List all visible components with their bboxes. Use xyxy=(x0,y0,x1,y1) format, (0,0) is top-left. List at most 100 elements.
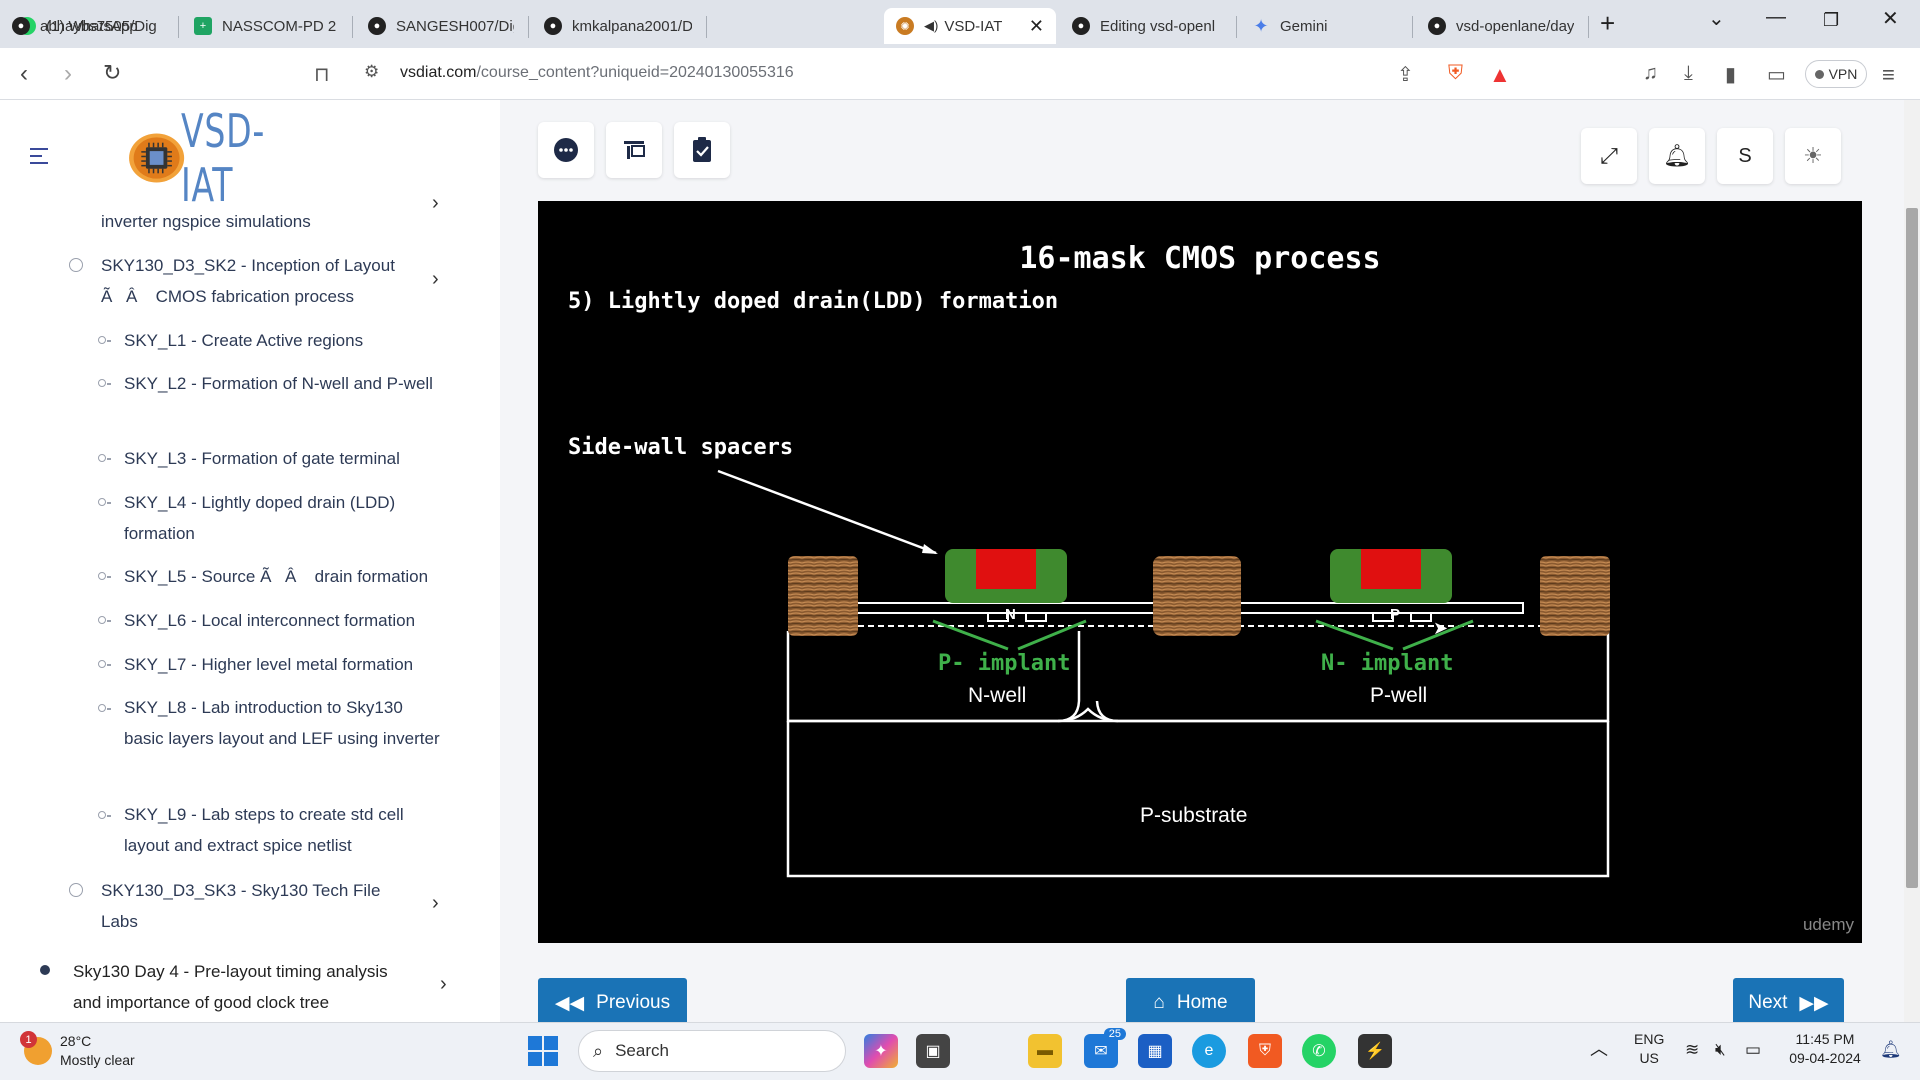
download-icon[interactable]: ⤓ xyxy=(1684,62,1693,85)
clipboard-check-icon xyxy=(693,137,711,162)
tab-nasscom[interactable]: + NASSCOM-PD 27 xyxy=(182,8,348,44)
sidebar-item-sky-l9[interactable]: SKY_L9 - Lab steps to create std cell la… xyxy=(124,799,444,861)
new-tab-button[interactable]: + xyxy=(1600,8,1615,39)
copilot-icon[interactable]: ✦ xyxy=(864,1034,898,1068)
vpn-button[interactable]: VPN xyxy=(1805,60,1867,88)
microsoft-store-icon[interactable]: ▦ xyxy=(1138,1034,1172,1068)
notes-button[interactable] xyxy=(606,122,662,178)
brave-shields-icon[interactable]: ⛨ xyxy=(1448,62,1463,85)
notification-bell-icon[interactable]: 🔔︎ xyxy=(1880,1040,1902,1059)
language-top: ENG xyxy=(1634,1031,1665,1047)
forward-button[interactable]: › xyxy=(64,60,72,88)
tab-label: VSD-IAT xyxy=(944,17,1003,35)
terminal-app-icon[interactable]: ⚡ xyxy=(1358,1034,1392,1068)
sidebar-item-sky-l7[interactable]: SKY_L7 - Higher level metal formation xyxy=(124,649,444,680)
circle-bullet-icon xyxy=(69,258,83,272)
weather-widget[interactable]: 1 28°C Mostly clear xyxy=(20,1031,135,1070)
whatsapp-app-icon[interactable]: ✆ xyxy=(1302,1034,1336,1068)
tab-vsd-iat[interactable]: ✺ ◀) VSD-IAT ✕ xyxy=(884,8,1056,44)
logo-text: VSD-IAT xyxy=(181,104,266,212)
page-scrollbar-thumb[interactable] xyxy=(1906,208,1918,888)
mail-badge: 25 xyxy=(1103,1028,1126,1040)
notifications-button[interactable]: 🔔︎ xyxy=(1649,128,1705,184)
wifi-icon[interactable]: ≋ xyxy=(1685,1040,1699,1059)
video-player[interactable]: 16-mask CMOS process 5) Lightly doped dr… xyxy=(538,201,1862,943)
file-explorer-icon[interactable]: ▬ xyxy=(1028,1034,1062,1068)
close-tab-icon[interactable]: ✕ xyxy=(1029,16,1044,37)
chevron-right-icon[interactable]: › xyxy=(432,892,439,915)
expand-icon: ⤢ xyxy=(1600,143,1618,168)
sidebar-item-inverter-sims[interactable]: inverter ngspice simulations xyxy=(101,206,421,237)
task-view-icon[interactable]: ▣ xyxy=(916,1034,950,1068)
mail-icon[interactable]: ✉ 25 xyxy=(1084,1028,1126,1068)
minimize-button[interactable]: — xyxy=(1766,6,1786,29)
home-icon: ⌂ xyxy=(1153,992,1165,1013)
sidebar-item-sky-l5[interactable]: SKY_L5 - Source ÃÂ drain formation xyxy=(124,561,444,592)
chevron-right-icon[interactable]: › xyxy=(432,192,439,215)
sidebar-item-sky130-day4[interactable]: Sky130 Day 4 - Pre-layout timing analysi… xyxy=(73,956,413,1018)
tab-github-abhay[interactable]: ● abhaybs7505/Dig xyxy=(0,8,172,44)
sidebar-item-sky-l4[interactable]: SKY_L4 - Lightly doped drain (LDD) forma… xyxy=(124,487,444,549)
reload-button[interactable]: ↻ xyxy=(103,60,121,86)
tab-label: SANGESH007/Dig xyxy=(396,17,514,35)
filled-bullet-icon xyxy=(40,965,50,975)
site-info-icon[interactable]: ⚙ xyxy=(364,62,379,82)
tab-github-kmkalpana[interactable]: ● kmkalpana2001/D xyxy=(532,8,704,44)
sidebar-item-sky130-d3-sk2[interactable]: SKY130_D3_SK2 - Inception of Layout ÃÂ… xyxy=(101,250,421,312)
hamburger-menu-icon[interactable] xyxy=(22,138,58,174)
menu-icon[interactable]: ≡ xyxy=(1882,62,1895,88)
sidebar-item-sky-l1[interactable]: SKY_L1 - Create Active regions xyxy=(124,325,444,356)
tab-gemini[interactable]: ✦ Gemini xyxy=(1240,8,1410,44)
chevron-right-icon[interactable]: › xyxy=(440,973,447,996)
media-icon[interactable]: ♫ xyxy=(1643,62,1658,85)
n-diffusion-label: N xyxy=(1005,606,1016,623)
tasks-button[interactable] xyxy=(674,122,730,178)
clock[interactable]: 11:45 PM 09-04-2024 xyxy=(1785,1030,1865,1068)
sidebar-icon[interactable]: ▮ xyxy=(1725,62,1736,87)
sidebar-item-sky-l2[interactable]: SKY_L2 - Formation of N-well and P-well xyxy=(124,368,444,399)
tab-search-chevron-icon[interactable]: ⌄ xyxy=(1708,6,1725,31)
chat-button[interactable] xyxy=(538,122,594,178)
sub-bullet-icon xyxy=(98,379,106,387)
wallet-icon[interactable]: ▭ xyxy=(1767,62,1786,87)
chevron-right-icon[interactable]: › xyxy=(432,268,439,291)
fullscreen-button[interactable]: ⤢ xyxy=(1581,128,1637,184)
user-avatar-button[interactable]: S xyxy=(1717,128,1773,184)
language-bottom: US xyxy=(1639,1050,1659,1066)
tab-github-sangesh[interactable]: ● SANGESH007/Dig xyxy=(356,8,526,44)
share-icon[interactable]: ⇪ xyxy=(1397,62,1414,87)
bookmark-icon[interactable]: ⊓ xyxy=(314,62,330,87)
tab-label: vsd-openlane/day xyxy=(1456,17,1574,35)
chat-bubble-icon xyxy=(554,138,578,162)
edge-browser-icon[interactable]: e xyxy=(1192,1034,1226,1068)
next-label: Next xyxy=(1748,992,1788,1013)
theme-toggle-button[interactable]: ☀ xyxy=(1785,128,1841,184)
back-button[interactable]: ‹ xyxy=(20,60,28,88)
clock-date: 09-04-2024 xyxy=(1789,1050,1861,1066)
brave-browser-icon[interactable]: ⛨ xyxy=(1248,1034,1282,1068)
battery-icon[interactable]: ▭ xyxy=(1745,1040,1761,1059)
brave-rewards-icon[interactable]: ▲ xyxy=(1489,62,1511,88)
n-implant-label: N- implant xyxy=(1321,651,1454,676)
sidebar-item-sky130-d3-sk3[interactable]: SKY130_D3_SK3 - Sky130 Tech File Labs xyxy=(101,875,421,937)
restore-button[interactable]: ❐ xyxy=(1823,10,1839,31)
weather-badge: 1 xyxy=(20,1031,37,1048)
previous-button[interactable]: ◀◀ Previous xyxy=(538,978,687,1028)
home-button[interactable]: ⌂ Home xyxy=(1126,978,1255,1028)
sidebar-item-sky-l3[interactable]: SKY_L3 - Formation of gate terminal xyxy=(124,443,444,474)
windows-start-button[interactable] xyxy=(528,1036,558,1066)
language-indicator[interactable]: ENG US xyxy=(1634,1030,1664,1068)
tab-github-vsd-openlane[interactable]: ● vsd-openlane/day xyxy=(1416,8,1586,44)
url-path: /course_content?uniqueid=20240130055316 xyxy=(476,64,794,81)
tab-github-editing[interactable]: ● Editing vsd-openl xyxy=(1060,8,1232,44)
cmos-cross-section-diagram xyxy=(717,469,1610,878)
sidebar-item-sky-l6[interactable]: SKY_L6 - Local interconnect formation xyxy=(124,605,444,636)
url-field[interactable]: vsdiat.com/course_content?uniqueid=20240… xyxy=(400,64,794,82)
taskbar-search[interactable]: ⌕ Search xyxy=(578,1030,846,1072)
tab-label: kmkalpana2001/D xyxy=(572,17,692,35)
close-window-button[interactable]: ✕ xyxy=(1882,6,1899,31)
volume-muted-icon[interactable]: 🔇︎ xyxy=(1715,1040,1726,1059)
sidebar-item-sky-l8[interactable]: SKY_L8 - Lab introduction to Sky130 basi… xyxy=(124,692,444,754)
show-hidden-icons-chevron-icon[interactable]: ︿ xyxy=(1590,1040,1608,1059)
next-button[interactable]: Next ▶▶ xyxy=(1733,978,1844,1028)
